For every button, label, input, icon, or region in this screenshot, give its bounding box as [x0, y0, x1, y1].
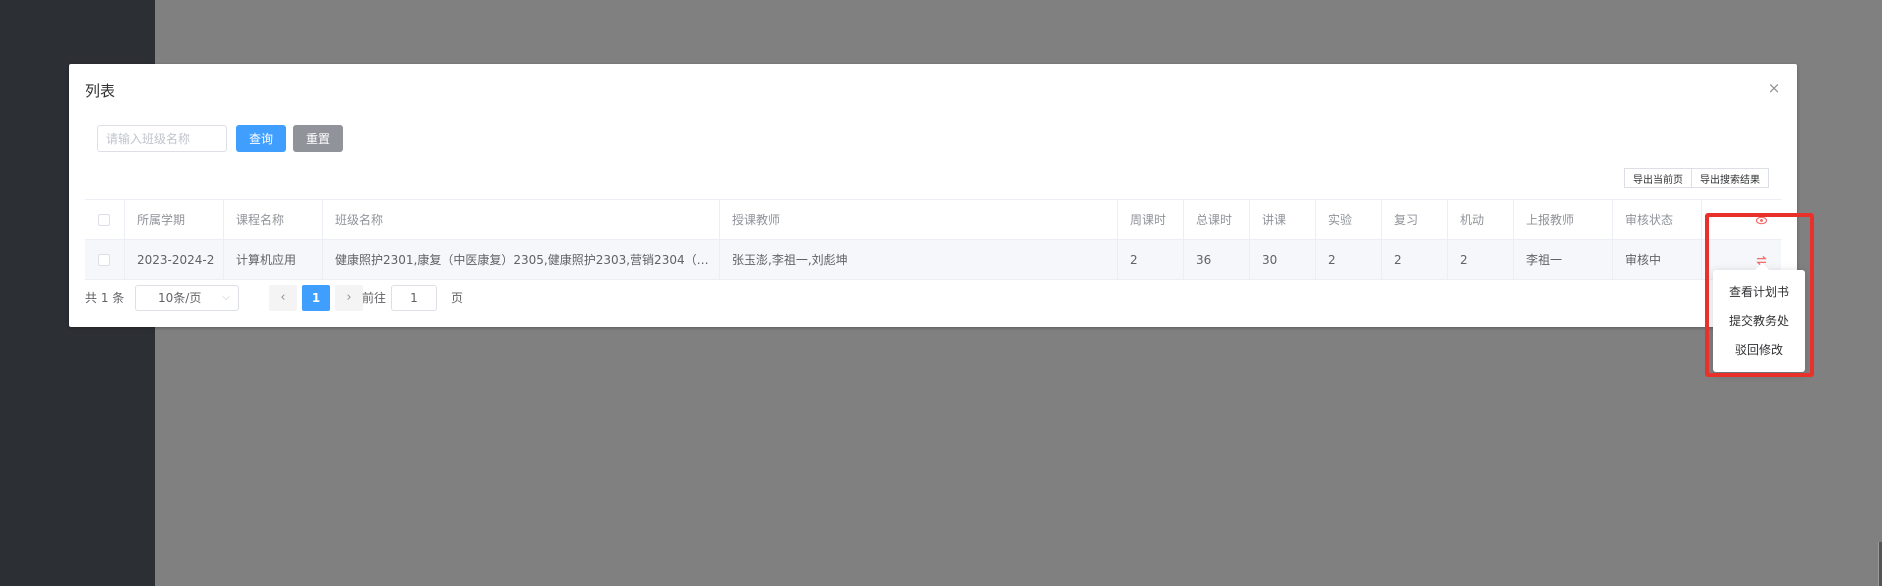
- prev-page-button[interactable]: ‹: [269, 285, 297, 311]
- column-header[interactable]: 上报教师: [1514, 200, 1613, 240]
- table-row[interactable]: 2023-2024-2 计算机应用 健康照护2301,康复（中医康复）2305,…: [85, 240, 1781, 280]
- table-cell: 36: [1184, 240, 1250, 280]
- eye-icon[interactable]: [1741, 200, 1781, 240]
- column-header[interactable]: 班级名称: [323, 200, 720, 240]
- table-cell: 张玉澎,李祖一,刘彪坤: [720, 240, 1118, 280]
- table-cell: 30: [1250, 240, 1316, 280]
- column-header[interactable]: 实验: [1316, 200, 1382, 240]
- total-count: 共 1 条: [85, 291, 125, 305]
- page-size-value: 10条/页: [158, 291, 202, 305]
- table-cell: 2: [1316, 240, 1382, 280]
- table-cell: 2: [1382, 240, 1448, 280]
- table-cell: 2: [1118, 240, 1184, 280]
- column-header[interactable]: 所属学期: [125, 200, 224, 240]
- menu-item-view-plan[interactable]: 查看计划书: [1713, 278, 1805, 307]
- column-header[interactable]: 总课时: [1184, 200, 1250, 240]
- goto-label: 前往: [362, 291, 387, 305]
- list-dialog: 列表 × 查询 重置 导出当前页 导出搜索结果 所属学期 课程名称 班级名称 授…: [69, 64, 1797, 327]
- header-op-cell: [1741, 200, 1781, 240]
- reset-button[interactable]: 重置: [293, 125, 343, 152]
- column-header[interactable]: 周课时: [1118, 200, 1184, 240]
- column-header[interactable]: 授课教师: [720, 200, 1118, 240]
- data-table: 所属学期 课程名称 班级名称 授课教师 周课时 总课时 讲课 实验 复习 机动 …: [85, 199, 1781, 280]
- table-cell: 李祖一: [1514, 240, 1613, 280]
- dialog-title: 列表: [85, 82, 116, 100]
- table-cell: 计算机应用: [224, 240, 323, 280]
- goto-page-input[interactable]: [391, 285, 437, 311]
- export-current-page-button[interactable]: 导出当前页: [1624, 168, 1692, 188]
- select-all-checkbox[interactable]: [98, 214, 110, 226]
- next-page-button[interactable]: ›: [335, 285, 363, 311]
- menu-item-reject-for-revision[interactable]: 驳回修改: [1713, 336, 1805, 365]
- table-header-row: 所属学期 课程名称 班级名称 授课教师 周课时 总课时 讲课 实验 复习 机动 …: [85, 200, 1781, 240]
- table-cell: 2023-2024-2: [125, 240, 224, 280]
- header-select-cell: [85, 200, 125, 240]
- column-header[interactable]: 机动: [1448, 200, 1514, 240]
- column-header[interactable]: 复习: [1382, 200, 1448, 240]
- column-header[interactable]: 讲课: [1250, 200, 1316, 240]
- query-button[interactable]: 查询: [236, 125, 286, 152]
- page-size-select[interactable]: 10条/页 ⌵: [135, 285, 239, 311]
- row-select-cell: [85, 240, 125, 280]
- export-search-result-button[interactable]: 导出搜索结果: [1692, 168, 1769, 188]
- table-cell: 健康照护2301,康复（中医康复）2305,健康照护2303,营销2304（张仲…: [323, 240, 720, 280]
- class-name-search-input[interactable]: [97, 125, 227, 152]
- scrollbar-thumb[interactable]: [1878, 542, 1882, 586]
- row-checkbox[interactable]: [98, 254, 110, 266]
- column-header[interactable]: 课程名称: [224, 200, 323, 240]
- column-header[interactable]: 审核状态: [1613, 200, 1702, 240]
- page-number-button[interactable]: 1: [302, 285, 330, 311]
- row-action-menu: 查看计划书 提交教务处 驳回修改: [1713, 262, 1805, 372]
- pagination: 共 1 条 10条/页 ⌵ ‹ 1 › 前往 页: [85, 284, 585, 312]
- chevron-down-icon: ⌵: [222, 292, 230, 303]
- table-cell: 2: [1448, 240, 1514, 280]
- export-button-group: 导出当前页 导出搜索结果: [1624, 168, 1769, 188]
- menu-item-submit-academic-office[interactable]: 提交教务处: [1713, 307, 1805, 336]
- close-icon[interactable]: ×: [1767, 81, 1781, 96]
- table-cell: 审核中: [1613, 240, 1702, 280]
- page-unit-label: 页: [451, 291, 464, 305]
